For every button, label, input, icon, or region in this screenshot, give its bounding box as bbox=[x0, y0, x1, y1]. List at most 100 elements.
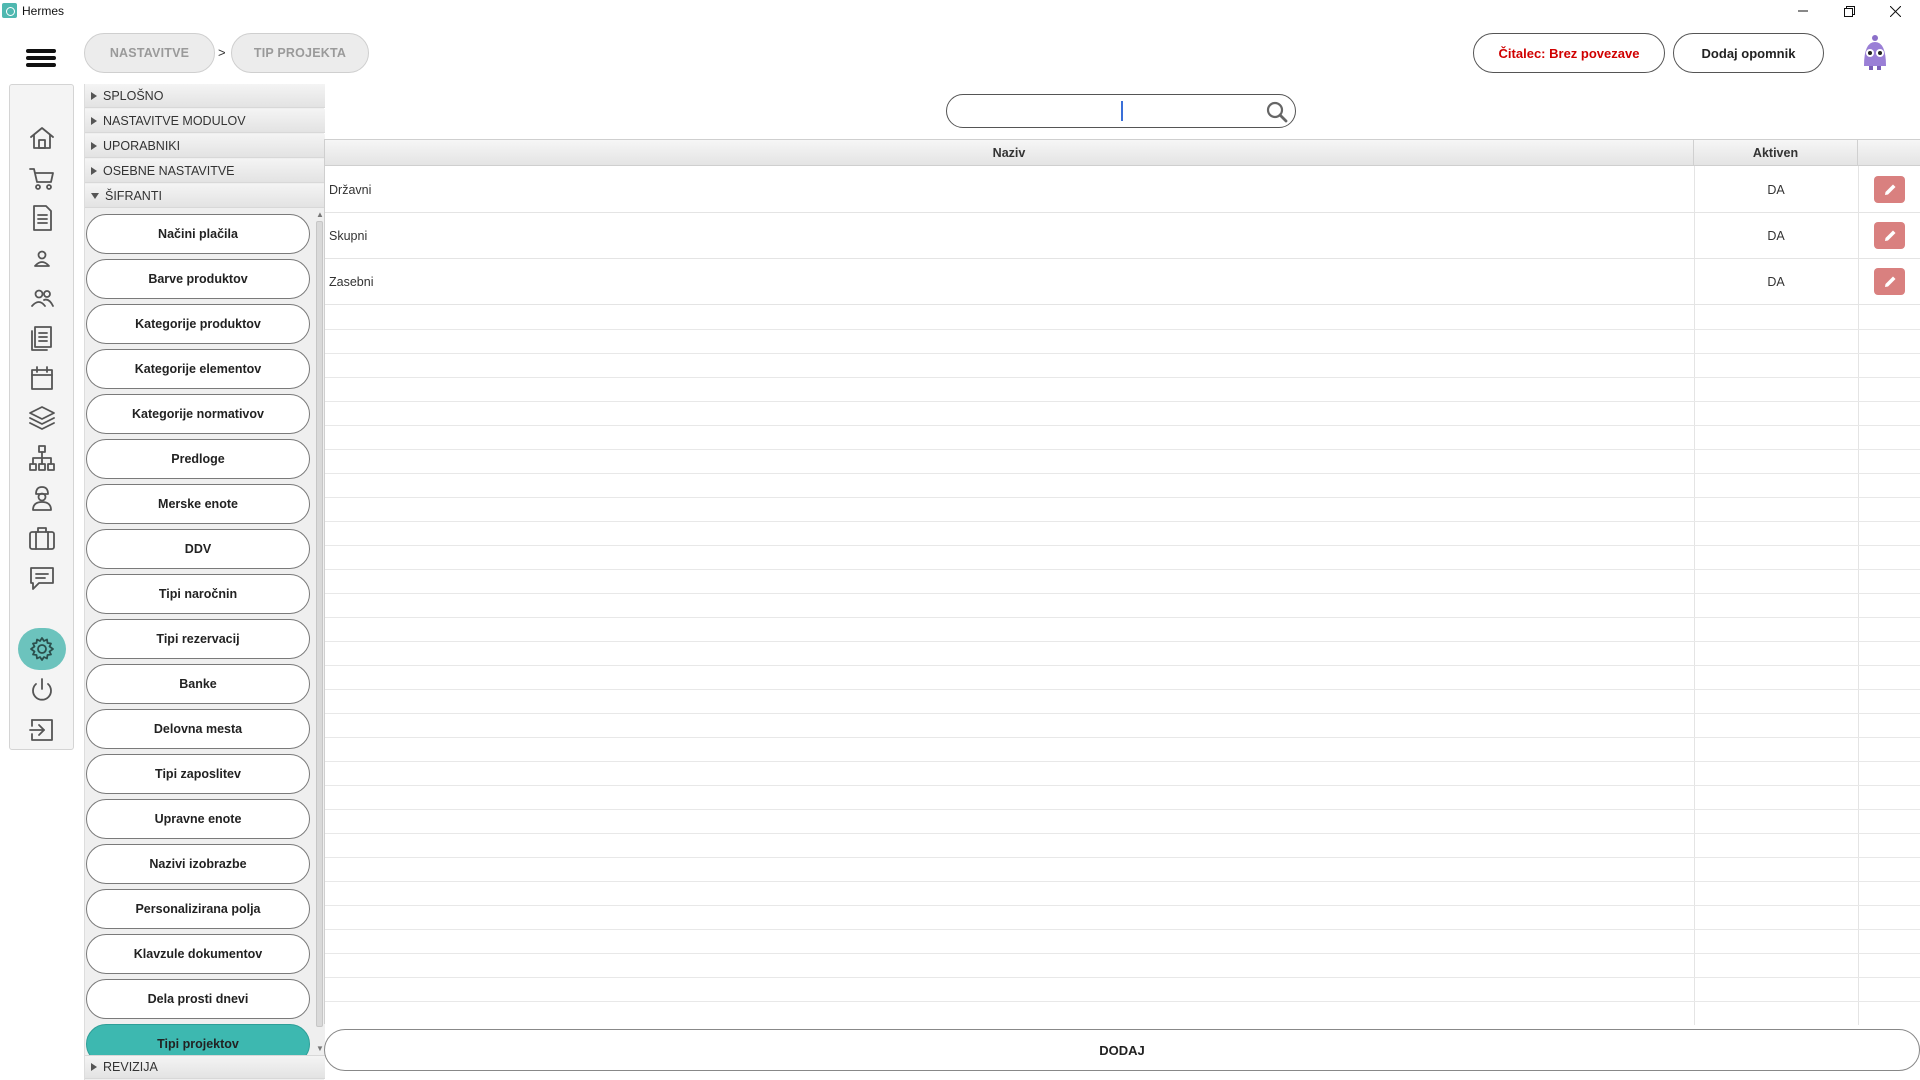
home-icon[interactable] bbox=[27, 123, 57, 153]
breadcrumb-project-type[interactable]: TIP PROJEKTA bbox=[231, 33, 369, 73]
chat-icon[interactable] bbox=[27, 563, 57, 593]
cell-name: Skupni bbox=[329, 228, 368, 243]
table-row[interactable]: Zasebni DA bbox=[325, 259, 1920, 305]
pencil-icon bbox=[1884, 184, 1895, 195]
section-personal-settings[interactable]: OSEBNE NASTAVITVE bbox=[85, 159, 325, 183]
settings-icon[interactable] bbox=[18, 628, 66, 670]
empty-row bbox=[325, 521, 1920, 522]
expand-arrow-icon bbox=[91, 141, 97, 150]
empty-row bbox=[325, 977, 1920, 978]
edit-button[interactable] bbox=[1874, 176, 1905, 203]
codebook-item-active[interactable]: Tipi projektov bbox=[86, 1024, 310, 1055]
add-reminder-button[interactable]: Dodaj opomnik bbox=[1673, 33, 1824, 73]
layers-icon[interactable] bbox=[27, 403, 57, 433]
codebook-item[interactable]: Upravne enote bbox=[86, 799, 310, 839]
codebook-item[interactable]: Tipi rezervacij bbox=[86, 619, 310, 659]
scroll-up-icon[interactable]: ▲ bbox=[316, 211, 324, 219]
breadcrumb-separator: > bbox=[218, 45, 226, 60]
section-general[interactable]: SPLOŠNO bbox=[85, 84, 325, 108]
minimize-button[interactable] bbox=[1780, 0, 1826, 22]
empty-row bbox=[325, 737, 1920, 738]
document-icon[interactable] bbox=[27, 203, 57, 233]
add-button[interactable]: DODAJ bbox=[324, 1029, 1920, 1071]
cart-icon[interactable] bbox=[27, 163, 57, 193]
empty-row bbox=[325, 377, 1920, 378]
section-module-settings[interactable]: NASTAVITVE MODULOV bbox=[85, 109, 325, 133]
reader-status-button[interactable]: Čitalec: Brez povezave bbox=[1473, 33, 1665, 73]
empty-row bbox=[325, 665, 1920, 666]
cell-active: DA bbox=[1767, 274, 1785, 289]
network-icon[interactable] bbox=[27, 443, 57, 473]
codebook-item[interactable]: Merske enote bbox=[86, 484, 310, 524]
search-input[interactable] bbox=[946, 94, 1296, 128]
column-header-name[interactable]: Naziv bbox=[325, 140, 1694, 166]
reader-status-label: Čitalec: Brez povezave bbox=[1498, 45, 1640, 61]
close-button[interactable] bbox=[1872, 0, 1918, 22]
scrollbar-thumb[interactable] bbox=[316, 221, 323, 1027]
empty-row bbox=[325, 929, 1920, 930]
empty-row bbox=[325, 881, 1920, 882]
app-logo-icon bbox=[2, 3, 17, 18]
icon-sidebar bbox=[9, 84, 74, 750]
codebook-list: Načini plačila Barve produktov Kategorij… bbox=[85, 209, 325, 1055]
collapse-arrow-icon bbox=[91, 192, 99, 199]
project-types-table: Naziv Aktiven Državni DA Skupni DA Zaseb… bbox=[324, 139, 1920, 1025]
settings-tree: SPLOŠNO NASTAVITVE MODULOV UPORABNIKI OS… bbox=[84, 84, 325, 1080]
mascot-avatar-icon[interactable] bbox=[1858, 32, 1892, 72]
expand-arrow-icon bbox=[91, 116, 97, 125]
restore-button[interactable] bbox=[1826, 0, 1872, 22]
column-header-active[interactable]: Aktiven bbox=[1694, 140, 1858, 166]
codebook-item[interactable]: Barve produktov bbox=[86, 259, 310, 299]
table-row[interactable]: Skupni DA bbox=[325, 213, 1920, 259]
empty-row bbox=[325, 401, 1920, 402]
codebook-item[interactable]: Kategorije normativov bbox=[86, 394, 310, 434]
empty-row bbox=[325, 953, 1920, 954]
people-icon[interactable] bbox=[27, 283, 57, 313]
cell-name: Državni bbox=[329, 182, 372, 197]
calendar-icon[interactable] bbox=[27, 363, 57, 393]
codebook-item[interactable]: Banke bbox=[86, 664, 310, 704]
window-title: Hermes bbox=[22, 4, 65, 18]
minimize-icon bbox=[1798, 10, 1808, 12]
codebook-item[interactable]: Delovna mesta bbox=[86, 709, 310, 749]
briefcase-icon[interactable] bbox=[27, 523, 57, 553]
scroll-down-icon[interactable]: ▼ bbox=[316, 1045, 324, 1053]
codebook-item[interactable]: Nazivi izobrazbe bbox=[86, 844, 310, 884]
codebook-item[interactable]: Klavzule dokumentov bbox=[86, 934, 310, 974]
cell-active: DA bbox=[1767, 182, 1785, 197]
section-codebooks[interactable]: ŠIFRANTI bbox=[85, 184, 325, 208]
empty-row bbox=[325, 449, 1920, 450]
codebook-item[interactable]: Kategorije elementov bbox=[86, 349, 310, 389]
codebook-item[interactable]: Tipi naročnin bbox=[86, 574, 310, 614]
codebook-item[interactable]: Tipi zaposlitev bbox=[86, 754, 310, 794]
power-icon[interactable] bbox=[27, 675, 57, 705]
codebook-item[interactable]: DDV bbox=[86, 529, 310, 569]
breadcrumb-settings[interactable]: NASTAVITVE bbox=[84, 33, 215, 73]
logout-icon[interactable] bbox=[27, 715, 57, 745]
expand-arrow-icon bbox=[91, 1063, 97, 1071]
menu-icon[interactable] bbox=[24, 46, 58, 70]
table-row[interactable]: Državni DA bbox=[325, 167, 1920, 213]
section-revision[interactable]: REVIZIJA bbox=[85, 1055, 325, 1079]
worker-icon[interactable] bbox=[27, 483, 57, 513]
codebook-item[interactable]: Dela prosti dnevi bbox=[86, 979, 310, 1019]
empty-row bbox=[325, 809, 1920, 810]
search-icon[interactable] bbox=[1265, 100, 1289, 124]
empty-row bbox=[325, 569, 1920, 570]
codebook-item[interactable]: Kategorije produktov bbox=[86, 304, 310, 344]
documents-icon[interactable] bbox=[27, 323, 57, 353]
empty-row bbox=[325, 785, 1920, 786]
empty-row bbox=[325, 641, 1920, 642]
pencil-icon bbox=[1884, 230, 1895, 241]
codebook-item[interactable]: Personalizirana polja bbox=[86, 889, 310, 929]
empty-row bbox=[325, 833, 1920, 834]
edit-button[interactable] bbox=[1874, 268, 1905, 295]
expand-arrow-icon bbox=[91, 166, 97, 175]
edit-button[interactable] bbox=[1874, 222, 1905, 249]
title-bar: Hermes bbox=[0, 0, 1920, 22]
section-users[interactable]: UPORABNIKI bbox=[85, 134, 325, 158]
empty-row bbox=[325, 713, 1920, 714]
codebook-item[interactable]: Predloge bbox=[86, 439, 310, 479]
person-icon[interactable] bbox=[27, 243, 57, 273]
codebook-item[interactable]: Načini plačila bbox=[86, 214, 310, 254]
